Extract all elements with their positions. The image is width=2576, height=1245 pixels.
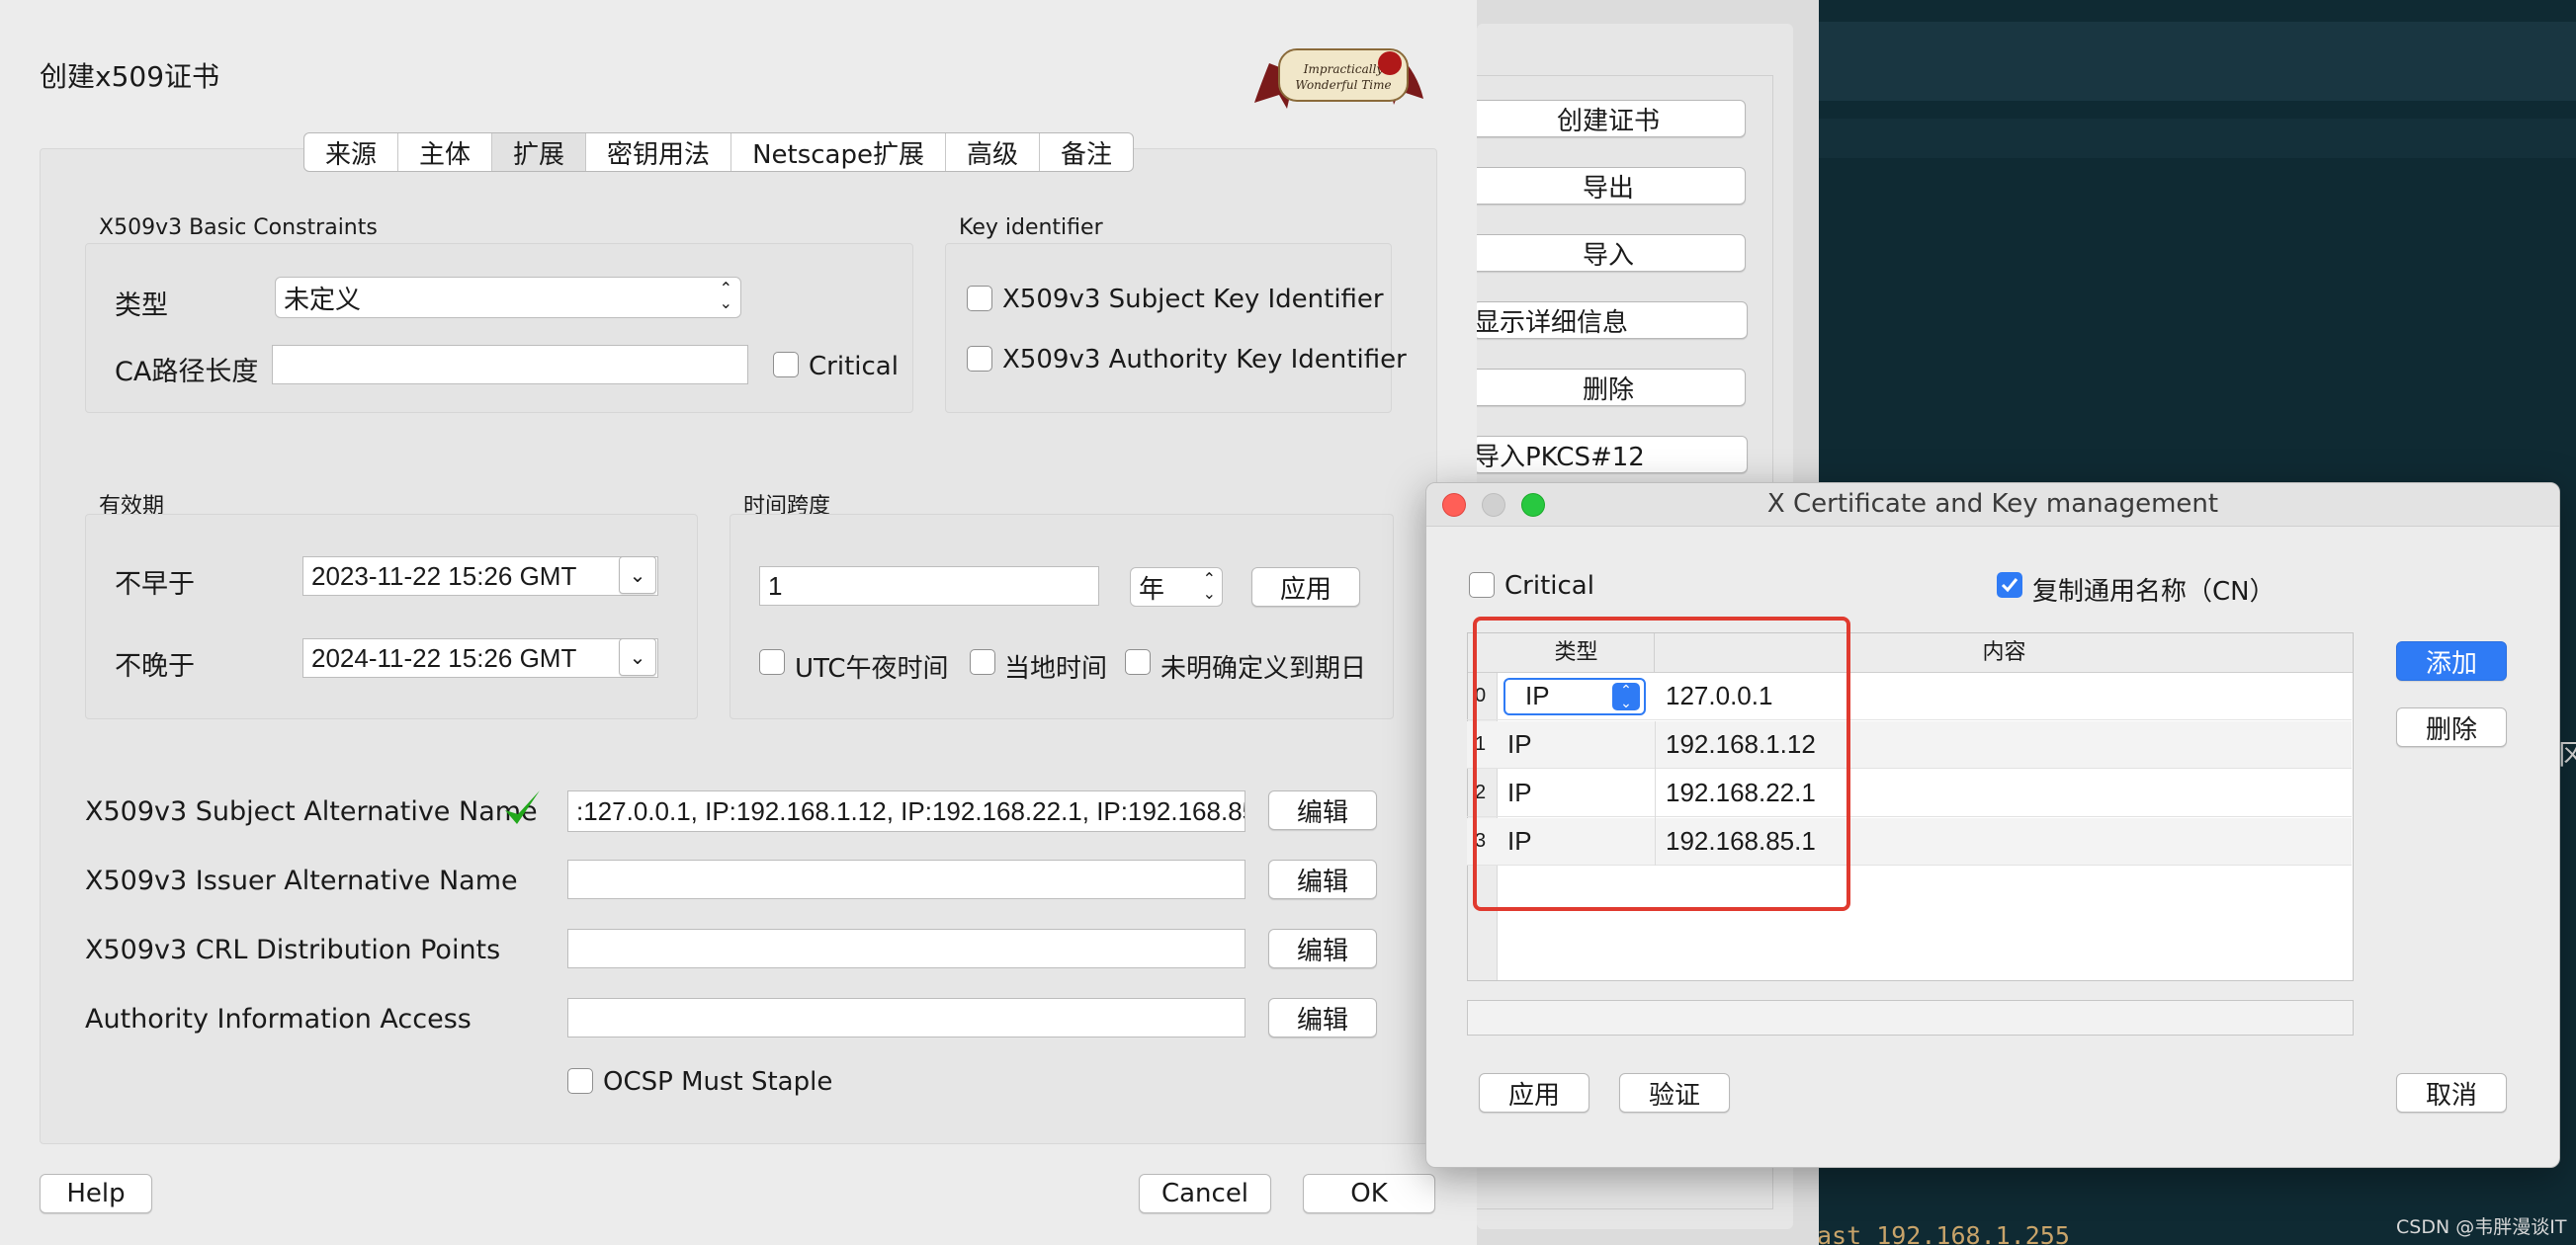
- critical-checkbox[interactable]: [773, 352, 799, 377]
- san-critical-label: Critical: [1504, 571, 1594, 601]
- san-input[interactable]: :127.0.0.1, IP:192.168.1.12, IP:192.168.…: [567, 790, 1245, 832]
- watermark: CSDN @韦胖漫谈IT: [2396, 1216, 2567, 1238]
- san-value: :127.0.0.1, IP:192.168.1.12, IP:192.168.…: [576, 795, 1245, 826]
- create-cert-button[interactable]: 创建证书: [1471, 100, 1746, 137]
- basic-constraints-group-label: X509v3 Basic Constraints: [99, 215, 378, 240]
- san-label: X509v3 Subject Alternative Name: [85, 796, 538, 827]
- ian-edit-button[interactable]: 编辑: [1268, 860, 1377, 899]
- tab-advanced[interactable]: 高级: [946, 133, 1040, 171]
- cancel-button[interactable]: Cancel: [1139, 1174, 1271, 1213]
- chevron-down-icon: ⌄: [629, 563, 646, 587]
- delete-button[interactable]: 删除: [1471, 369, 1746, 406]
- not-before-dropdown[interactable]: ⌄: [619, 556, 656, 594]
- validate-button[interactable]: 验证: [1619, 1073, 1730, 1113]
- path-length-input[interactable]: [272, 345, 748, 384]
- tab-netscape[interactable]: Netscape扩展: [731, 133, 946, 171]
- time-range-apply-button[interactable]: 应用: [1251, 567, 1360, 607]
- cropped-char: 冈: [2558, 738, 2576, 771]
- local-time-label: 当地时间: [1004, 654, 1108, 684]
- aia-label: Authority Information Access: [85, 1004, 472, 1035]
- san-edit-button[interactable]: 编辑: [1268, 790, 1377, 830]
- not-before-input[interactable]: 2023-11-22 15:26 GMT: [302, 556, 658, 596]
- help-button[interactable]: Help: [40, 1174, 152, 1213]
- add-button[interactable]: 添加: [2396, 641, 2507, 681]
- import-button[interactable]: 导入: [1471, 234, 1746, 272]
- validity-group: [85, 514, 698, 719]
- time-range-group: [730, 514, 1394, 719]
- ocsp-label: OCSP Must Staple: [603, 1067, 833, 1097]
- not-after-input[interactable]: 2024-11-22 15:26 GMT: [302, 638, 658, 678]
- terminal-text: ast 192.168.1.255: [1817, 1221, 2070, 1245]
- type-select[interactable]: 未定义 ⌃ ⌄: [275, 277, 741, 318]
- svg-text:Impractically: Impractically: [1303, 62, 1384, 76]
- type-select-value: 未定义: [284, 284, 362, 314]
- tab-comment[interactable]: 备注: [1040, 133, 1133, 171]
- san-cancel-button[interactable]: 取消: [2396, 1073, 2507, 1113]
- subject-key-id-label: X509v3 Subject Key Identifier: [1002, 285, 1384, 314]
- not-after-label: 不晚于: [115, 651, 195, 682]
- not-after-value: 2024-11-22 15:26 GMT: [311, 642, 577, 673]
- chevron-down-icon: ⌄: [629, 645, 646, 669]
- ok-button[interactable]: OK: [1303, 1174, 1435, 1213]
- undefined-expiry-label: 未明确定义到期日: [1160, 654, 1367, 684]
- checkmark-icon: [2001, 578, 2018, 593]
- utc-midnight-label: UTC午夜时间: [795, 654, 949, 684]
- time-unit-select[interactable]: 年 ⌃ ⌄: [1130, 567, 1223, 607]
- copy-cn-label: 复制通用名称（CN）: [2032, 577, 2275, 607]
- authority-key-id-label: X509v3 Authority Key Identifier: [1002, 345, 1407, 374]
- tab-key-usage[interactable]: 密钥用法: [586, 133, 732, 171]
- aia-edit-button[interactable]: 编辑: [1268, 998, 1377, 1038]
- dialog-title: 创建x509证书: [40, 60, 220, 93]
- horizontal-scrollbar[interactable]: [1467, 1000, 2354, 1036]
- not-after-dropdown[interactable]: ⌄: [619, 638, 656, 676]
- critical-label: Critical: [809, 352, 899, 381]
- tab-subject[interactable]: 主体: [398, 133, 493, 171]
- utc-midnight-checkbox[interactable]: [759, 649, 785, 675]
- key-identifier-group-label: Key identifier: [959, 215, 1103, 240]
- aia-input[interactable]: [567, 998, 1245, 1038]
- import-pkcs12-button[interactable]: 导入PKCS#12: [1473, 436, 1748, 473]
- san-apply-button[interactable]: 应用: [1479, 1073, 1589, 1113]
- crl-input[interactable]: [567, 929, 1245, 968]
- export-button[interactable]: 导出: [1471, 167, 1746, 205]
- time-unit-value: 年: [1139, 573, 1165, 604]
- ian-input[interactable]: [567, 860, 1245, 899]
- subject-key-id-checkbox[interactable]: [967, 286, 992, 311]
- updown-icon: ⌃ ⌄: [719, 281, 732, 312]
- show-details-button[interactable]: 显示详细信息: [1473, 301, 1748, 339]
- authority-key-id-checkbox[interactable]: [967, 346, 992, 372]
- copy-cn-checkbox[interactable]: [1997, 572, 2022, 598]
- highlight-box: [1473, 617, 1850, 911]
- san-dialog-title: X Certificate and Key management: [1766, 489, 2219, 519]
- tab-extensions[interactable]: 扩展: [492, 133, 587, 171]
- ocsp-checkbox[interactable]: [567, 1068, 593, 1094]
- tab-source[interactable]: 来源: [304, 133, 399, 171]
- time-range-amount[interactable]: 1: [759, 566, 1099, 606]
- path-length-label: CA路径长度: [115, 357, 259, 387]
- san-delete-button[interactable]: 删除: [2396, 707, 2507, 747]
- tab-bar: 来源 主体 扩展 密钥用法 Netscape扩展 高级 备注: [303, 132, 1135, 172]
- key-identifier-group: [945, 243, 1392, 413]
- crl-edit-button[interactable]: 编辑: [1268, 929, 1377, 968]
- ian-label: X509v3 Issuer Alternative Name: [85, 866, 518, 896]
- san-critical-checkbox[interactable]: [1469, 572, 1495, 598]
- svg-text:Wonderful Time: Wonderful Time: [1295, 78, 1391, 92]
- not-before-value: 2023-11-22 15:26 GMT: [311, 560, 577, 591]
- check-icon: [502, 787, 542, 830]
- app-logo: Impractically Wonderful Time: [1249, 34, 1427, 113]
- not-before-label: 不早于: [115, 569, 195, 600]
- crl-label: X509v3 CRL Distribution Points: [85, 935, 501, 965]
- updown-icon: ⌃ ⌄: [1202, 571, 1216, 603]
- type-label: 类型: [115, 290, 168, 321]
- local-time-checkbox[interactable]: [970, 649, 995, 675]
- undefined-expiry-checkbox[interactable]: [1125, 649, 1151, 675]
